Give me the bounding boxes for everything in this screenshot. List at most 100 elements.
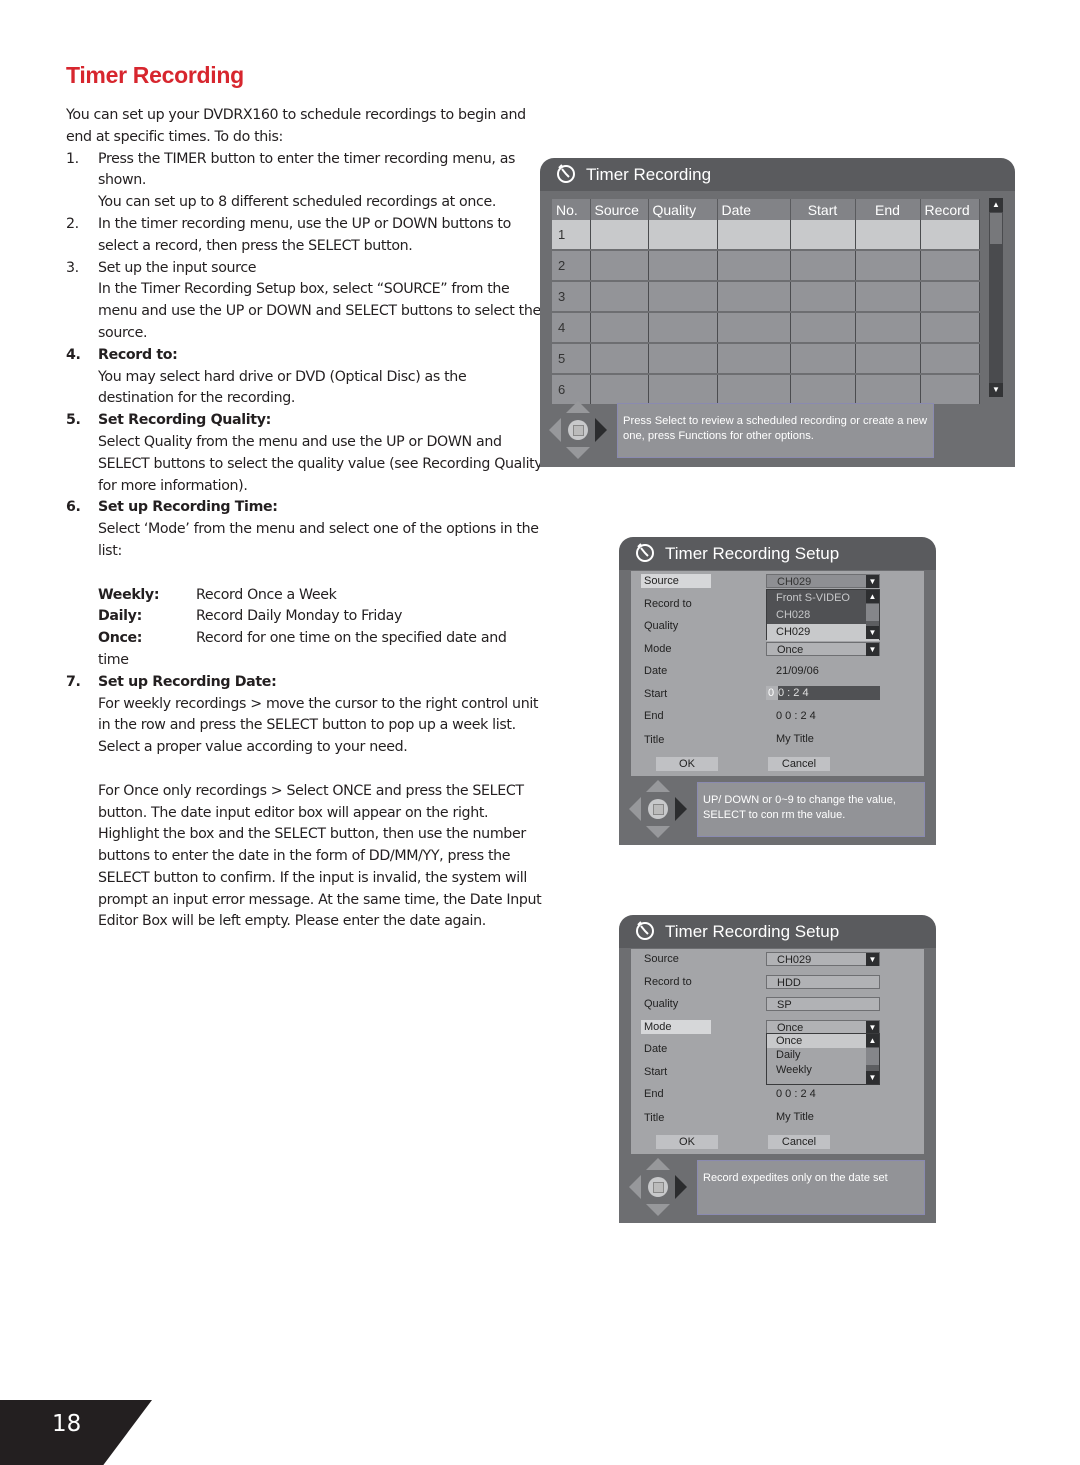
table-row[interactable]: 2 [552,250,980,282]
table-row[interactable]: 6 [552,374,980,406]
window-title: Timer Recording Setup [665,543,840,563]
timer-setup-window-source: Timer Recording Setup Source Record to Q… [619,537,936,845]
date-value[interactable]: 21/09/06 [766,664,880,678]
cell [590,250,649,282]
arrow-down-icon [646,1204,670,1216]
title-value[interactable]: My Title [766,1110,880,1124]
window-titlebar: Timer Recording [540,158,1015,191]
select-button-icon [648,1177,668,1197]
dropdown-option[interactable]: CH028 [767,607,879,624]
mode-desc: Record for one time on the specified dat… [196,630,507,647]
mode-daily: Daily: Record Daily Monday to Friday [66,606,546,628]
cell [717,250,791,282]
table-row[interactable]: 4 [552,312,980,344]
dropdown-scrollbar[interactable]: ▲ ▼ [866,590,879,639]
label-end[interactable]: End [641,709,667,723]
table-row[interactable]: 1 [552,220,980,251]
label-date[interactable]: Date [641,664,670,678]
start-time-input[interactable]: 00 : 2 4 [766,686,880,700]
quality-field[interactable]: SP [766,997,880,1011]
ok-button[interactable]: OK [656,1135,718,1149]
chevron-down-icon[interactable]: ▼ [866,575,879,588]
ok-button[interactable]: OK [656,757,718,771]
scroll-up-icon[interactable]: ▲ [866,590,879,603]
dropdown-option[interactable]: Daily [767,1048,879,1063]
mode-key: Once: [98,630,143,647]
scroll-down-icon[interactable]: ▼ [866,1071,879,1084]
cell [590,312,649,344]
step-number: 1. [66,150,79,167]
recordings-table: No. Source Quality Date Start End Record… [552,199,980,406]
cell [717,374,791,406]
label-mode[interactable]: Mode [641,1020,711,1034]
mode-once: Once: Record for one time on the specifi… [66,628,546,650]
scroll-thumb[interactable] [866,604,879,621]
label-title[interactable]: Title [641,733,667,747]
label-start[interactable]: Start [641,687,670,701]
mode-wrap: time [98,651,129,668]
mode-value: Once [777,644,804,656]
chevron-down-icon[interactable]: ▼ [866,643,879,656]
label-source[interactable]: Source [641,574,711,588]
cell [855,312,921,344]
cell-no: 5 [552,343,591,375]
table-row[interactable]: 3 [552,281,980,313]
cancel-button[interactable]: Cancel [768,757,830,771]
label-source[interactable]: Source [641,952,682,966]
label-title[interactable]: Title [641,1111,667,1125]
mode-dropdown-list[interactable]: Once Daily Weekly ▲ ▼ [766,1033,880,1085]
cell-no: 4 [552,312,591,344]
step-extra: You can set up to 8 different scheduled … [98,194,497,211]
source-value: CH029 [777,954,812,966]
timer-setup-window-mode: Timer Recording Setup Source Record to Q… [619,915,936,1223]
label-record-to[interactable]: Record to [641,597,695,611]
chevron-down-icon[interactable]: ▼ [866,953,879,966]
mode-select[interactable]: Once ▼ [766,642,880,656]
cancel-button[interactable]: Cancel [768,1135,830,1149]
label-quality[interactable]: Quality [641,997,681,1011]
cell-no: 3 [552,281,591,313]
cell [790,220,856,251]
scroll-thumb[interactable] [990,213,1002,244]
record-to-field[interactable]: HDD [766,975,880,989]
scrollbar[interactable]: ▲ ▼ [989,198,1003,397]
scroll-down-icon[interactable]: ▼ [866,626,879,639]
arrow-left-icon [629,1175,641,1199]
scroll-thumb[interactable] [866,1048,879,1065]
col-header: No. [552,199,591,220]
arrow-right-icon [675,797,687,821]
dropdown-option-selected[interactable]: Once [767,1034,879,1048]
select-button-icon [568,420,588,440]
source-dropdown-list[interactable]: Front S-VIDEO CH028 CH029 ▲ ▼ [766,589,880,641]
label-quality[interactable]: Quality [641,619,681,633]
help-text: Press Select to review a scheduled recor… [617,403,934,458]
scroll-down-icon[interactable]: ▼ [989,383,1003,397]
end-time-value[interactable]: 0 0 : 2 4 [766,1087,880,1101]
source-select[interactable]: CH029 ▼ [766,952,880,966]
step-text: Set up the input source [98,259,257,276]
table-row[interactable]: 5 [552,343,980,375]
mode-select[interactable]: Once ▼ [766,1020,880,1034]
intro-text: You can set up your DVDRX160 to schedule… [66,107,526,145]
title-value[interactable]: My Title [766,732,880,746]
dropdown-scrollbar[interactable]: ▲ ▼ [866,1034,879,1084]
timer-recording-window: Timer Recording No. Source Quality Date … [540,158,1015,467]
dropdown-option[interactable]: Front S-VIDEO [767,590,879,607]
label-record-to[interactable]: Record to [641,975,695,989]
mode-weekly: Weekly: Record Once a Week [66,585,546,607]
scroll-up-icon[interactable]: ▲ [989,198,1003,212]
dropdown-option-selected[interactable]: CH029 [767,624,879,641]
label-mode[interactable]: Mode [641,642,675,656]
step-heading: Set Recording Quality: [98,412,271,429]
dpad-icon [549,401,607,459]
source-select[interactable]: CH029 ▼ [766,574,880,588]
dropdown-option[interactable]: Weekly [767,1063,879,1078]
label-start[interactable]: Start [641,1065,670,1079]
label-end[interactable]: End [641,1087,667,1101]
cell [590,220,649,251]
cell [790,374,856,406]
end-time-value[interactable]: 0 0 : 2 4 [766,709,880,723]
label-date[interactable]: Date [641,1042,670,1056]
step-text: In the timer recording menu, use the UP … [98,215,511,254]
scroll-up-icon[interactable]: ▲ [866,1034,879,1047]
